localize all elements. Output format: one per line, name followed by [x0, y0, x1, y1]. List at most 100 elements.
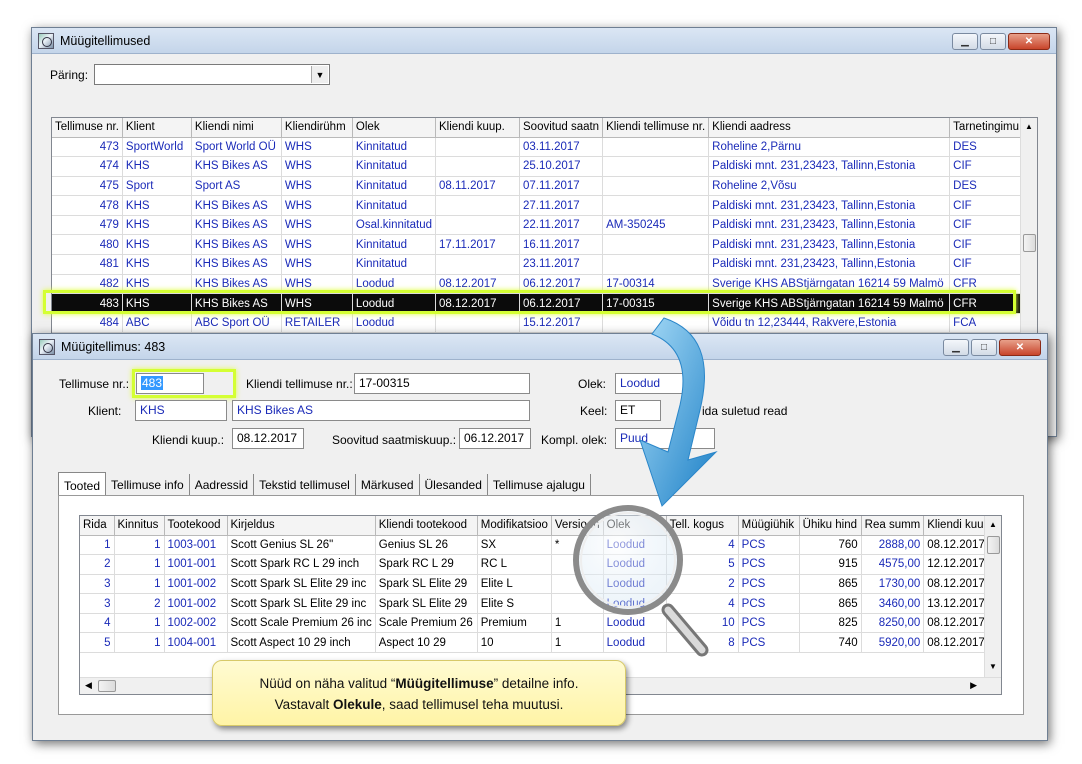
show-closed-rows-label[interactable]: ida suletud read [702, 404, 787, 418]
column-header[interactable]: Olek [603, 516, 667, 536]
column-header[interactable]: Tarnetingimu [949, 118, 1026, 138]
column-header[interactable]: Rida [80, 516, 115, 536]
tab-4[interactable]: Märkused [356, 474, 420, 496]
close-icon[interactable]: ✕ [1008, 33, 1050, 50]
column-header[interactable]: Olek [352, 118, 437, 138]
client-date-field[interactable]: 08.12.2017 [232, 428, 304, 449]
column-header[interactable]: Rea summ [861, 516, 925, 536]
table-row[interactable]: 484 ABC ABC Sport OÜ RETAILER Loodud 15.12.20… [52, 313, 1026, 334]
column-header[interactable]: Versioon [551, 516, 604, 536]
table-cell: 3 [80, 574, 115, 595]
table-row[interactable]: 1 1 1003-001 Scott Genius SL 26" Genius SL 2… [80, 535, 998, 556]
table-row[interactable]: 475 Sport Sport AS WHS Kinnitatud 08.11.2017 0… [52, 176, 1026, 197]
table-cell: KHS [122, 215, 192, 236]
table-row[interactable]: 481 KHS KHS Bikes AS WHS Kinnitatud 23.11.201… [52, 254, 1026, 275]
table-row[interactable]: 473 SportWorld Sport World OÜ WHS Kinnitatud… [52, 137, 1026, 158]
tab-0[interactable]: Tooted [58, 472, 107, 496]
column-header[interactable]: Ühiku hind [799, 516, 862, 536]
table-cell [435, 137, 520, 158]
tab-6[interactable]: Tellimuse ajalugu [488, 474, 591, 496]
table-cell: * [551, 535, 604, 556]
table-row[interactable]: 480 KHS KHS Bikes AS WHS Kinnitatud 17.11.201… [52, 234, 1026, 256]
table-cell: 10 [477, 632, 552, 654]
table-row[interactable]: 3 2 1001-002 Scott Spark SL Elite 29 inc Spa… [80, 593, 998, 614]
table-cell: Spark SL Elite 29 [375, 593, 478, 614]
main-titlebar[interactable]: Müügitellimused ▁ □ ✕ [32, 28, 1056, 54]
lang-field[interactable]: ET [615, 400, 661, 421]
column-header[interactable]: Kliendirühm [281, 118, 353, 138]
products-scroll-thumb[interactable] [987, 536, 1000, 554]
table-row[interactable]: 483 KHS KHS Bikes AS WHS Loodud 08.12.2017 06.… [52, 293, 1026, 314]
column-header[interactable]: Soovitud saatn [519, 118, 604, 138]
table-row[interactable]: 4 1 1002-002 Scott Scale Premium 26 inc Scal… [80, 613, 998, 634]
column-header[interactable]: Modifikatsioo [477, 516, 552, 536]
compl-status-field[interactable]: Puud [615, 428, 715, 449]
table-cell: 27.11.2017 [519, 195, 604, 216]
table-cell: Paldiski mnt. 231,23423, Tallinn,Estonia [708, 215, 951, 236]
table-row[interactable]: 474 KHS KHS Bikes AS WHS Kinnitatud 25.10.201… [52, 156, 1026, 177]
client-code-field[interactable]: KHS [135, 400, 227, 421]
tab-2[interactable]: Aadressid [190, 474, 255, 496]
column-header[interactable]: Tootekood [164, 516, 228, 536]
table-cell: Roheline 2,Võsu [708, 176, 951, 197]
scroll-down-icon[interactable]: ▼ [985, 662, 1001, 671]
orders-scroll-thumb[interactable] [1023, 234, 1036, 252]
maximize-icon[interactable]: □ [971, 339, 997, 356]
tab-3[interactable]: Tekstid tellimusel [254, 474, 356, 496]
products-table: Rida Kinnitus Tootekood Kirjeldus Kliendi to… [80, 516, 998, 654]
table-row[interactable]: 3 1 1001-002 Scott Spark SL Elite 29 inc Spa… [80, 574, 998, 595]
column-header[interactable]: Kliendi aadress [708, 118, 951, 138]
column-header[interactable]: Kliendi kuup. [435, 118, 520, 138]
table-row[interactable]: 2 1 1001-001 Scott Spark RC L 29 inch Spark … [80, 554, 998, 575]
table-cell: CIF [949, 195, 1026, 216]
column-header[interactable]: Tell. kogus [666, 516, 739, 536]
order-no-field[interactable]: 483 [136, 373, 204, 394]
table-row[interactable]: 478 KHS KHS Bikes AS WHS Kinnitatud 27.11.201… [52, 195, 1026, 216]
table-row[interactable]: 479 KHS KHS Bikes AS WHS Osal.kinnitatud 22.1… [52, 215, 1026, 236]
column-header[interactable]: Klient [122, 118, 192, 138]
minimize-icon[interactable]: ▁ [943, 339, 969, 356]
table-cell: 17.11.2017 [435, 234, 520, 256]
table-cell: CFR [949, 274, 1026, 295]
close-icon[interactable]: ✕ [999, 339, 1041, 356]
scroll-right-icon[interactable]: ▶ [970, 680, 977, 691]
table-cell: Sport [122, 176, 192, 197]
scroll-up-icon[interactable]: ▲ [1021, 118, 1037, 131]
products-hscroll-thumb[interactable] [98, 680, 116, 692]
table-row[interactable]: 5 1 1004-001 Scott Aspect 10 29 inch Aspect … [80, 632, 998, 654]
client-order-field[interactable]: 17-00315 [354, 373, 530, 394]
table-cell: RC L [477, 554, 552, 575]
column-header[interactable]: Kliendi nimi [191, 118, 282, 138]
table-row[interactable]: 482 KHS KHS Bikes AS WHS Loodud 08.12.2017 06.… [52, 274, 1026, 295]
column-header[interactable]: Kirjeldus [227, 516, 376, 536]
table-cell: 23.11.2017 [519, 254, 604, 275]
table-cell: Loodud [603, 574, 667, 595]
maximize-icon[interactable]: □ [980, 33, 1006, 50]
table-cell: FCA [949, 313, 1026, 334]
table-cell: KHS [122, 234, 192, 256]
table-cell: 5920,00 [861, 632, 925, 654]
query-select[interactable]: ▼ [94, 64, 330, 85]
table-cell: WHS [281, 195, 353, 216]
detail-titlebar[interactable]: Müügitellimus: 483 ▁ □ ✕ [33, 334, 1047, 360]
ship-date-field[interactable]: 06.12.2017 [459, 428, 531, 449]
client-name-field[interactable]: KHS Bikes AS [232, 400, 530, 421]
status-field[interactable]: Loodud [615, 373, 689, 394]
tab-5[interactable]: Ülesanded [420, 474, 488, 496]
column-header[interactable]: Tellimuse nr. [52, 118, 123, 138]
tab-1[interactable]: Tellimuse info [106, 474, 190, 496]
scroll-left-icon[interactable]: ◀ [85, 680, 92, 691]
chevron-down-icon[interactable]: ▼ [311, 66, 328, 83]
column-header[interactable]: Kliendi tootekood [375, 516, 478, 536]
table-cell: KHS Bikes AS [191, 254, 282, 275]
column-header[interactable]: Kliendi tellimuse nr. [602, 118, 710, 138]
column-header[interactable]: Kinnitus [114, 516, 165, 536]
status-label: Olek: [578, 377, 607, 391]
main-window-title: Müügitellimused [60, 33, 151, 48]
minimize-icon[interactable]: ▁ [952, 33, 978, 50]
scroll-up-icon[interactable]: ▲ [985, 516, 1001, 529]
table-cell: Scott Genius SL 26" [227, 535, 376, 556]
table-cell: 760 [799, 535, 862, 556]
products-vscroll[interactable]: ▲ ▼ [984, 516, 1001, 679]
column-header[interactable]: Müügiühik [738, 516, 800, 536]
